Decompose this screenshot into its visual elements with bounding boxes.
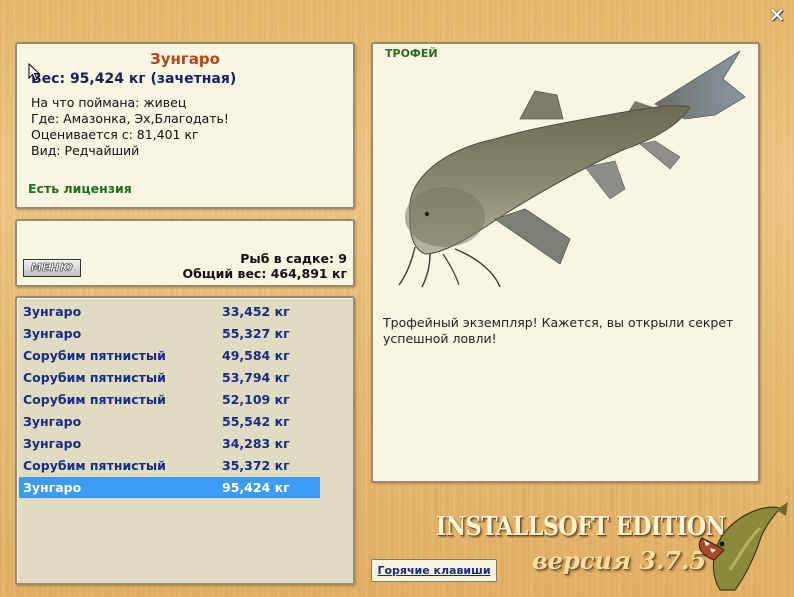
list-item-weight: 55,542 кг	[222, 414, 290, 429]
close-icon[interactable]: ✕	[766, 4, 788, 26]
trophy-description: Трофейный экземпляр! Кажется, вы открыли…	[383, 315, 734, 346]
edition-logo-text: INSTALLSOFT EDITION	[436, 512, 726, 542]
place-line: Где: Амазонка, Эх,Благодать!	[31, 111, 229, 126]
mouse-cursor-icon	[28, 63, 40, 81]
pike-logo-icon	[698, 502, 788, 591]
fish-image	[398, 50, 746, 288]
list-item-name: Зунгаро	[23, 304, 82, 319]
list-item-weight: 53,794 кг	[222, 370, 290, 385]
bait-line: На что поймана: живец	[31, 95, 187, 110]
list-item-weight: 35,372 кг	[222, 458, 290, 473]
catch-list: Зунгаро 33,452 кг Зунгаро 55,327 кг Сорубим …	[15, 296, 355, 585]
license-status: Есть лицензия	[28, 181, 132, 196]
fish-count: Рыб в садке: 9	[240, 251, 347, 266]
list-item[interactable]: Зунгаро 55,327 кг	[19, 323, 320, 344]
menu-button-label: МЕНЮ	[30, 261, 74, 275]
list-item-weight: 52,109 кг	[222, 392, 290, 407]
keepnet-panel: МЕНЮ Рыб в садке: 9 Общий вес: 464,891 к…	[15, 219, 355, 287]
list-item-name: Сорубим пятнистый	[23, 348, 166, 363]
list-item[interactable]: Зунгаро 33,452 кг	[19, 301, 320, 322]
value-line: Оценивается с: 81,401 кг	[31, 127, 199, 142]
list-item-name: Зунгаро	[23, 480, 82, 495]
list-item[interactable]: Сорубим пятнистый 52,109 кг	[19, 389, 320, 410]
hotkeys-label: Горячие клавиши	[377, 564, 491, 577]
list-item-name: Сорубим пятнистый	[23, 458, 166, 473]
list-item-name: Сорубим пятнистый	[23, 370, 166, 385]
fish-title: Зунгаро	[150, 50, 220, 68]
list-item[interactable]: Зунгаро 34,283 кг	[19, 433, 320, 454]
list-item[interactable]: Сорубим пятнистый 53,794 кг	[19, 367, 320, 388]
list-item-weight: 95,424 кг	[222, 480, 290, 495]
list-item-name: Зунгаро	[23, 326, 82, 341]
list-item-name: Зунгаро	[23, 436, 82, 451]
trophy-panel: ТРОФЕЙ Трофейный экземпляр! Кажется, вы …	[371, 42, 760, 483]
list-item-weight: 49,584 кг	[222, 348, 290, 363]
kind-line: Вид: Редчайший	[31, 143, 140, 158]
list-item-weight: 34,283 кг	[222, 436, 290, 451]
list-item-name: Сорубим пятнистый	[23, 392, 166, 407]
list-item[interactable]: Зунгаро 95,424 кг	[19, 477, 320, 498]
list-item-weight: 55,327 кг	[222, 326, 290, 341]
hotkeys-button[interactable]: Горячие клавиши	[371, 559, 497, 582]
list-item[interactable]: Сорубим пятнистый 35,372 кг	[19, 455, 320, 476]
total-weight: Общий вес: 464,891 кг	[182, 266, 348, 281]
list-item-name: Зунгаро	[23, 414, 82, 429]
fish-weight: Вес: 95,424 кг (зачетная)	[31, 71, 237, 87]
version-text: версия 3.7.5	[532, 546, 707, 575]
list-item-weight: 33,452 кг	[222, 304, 290, 319]
menu-button[interactable]: МЕНЮ	[23, 259, 81, 277]
list-item[interactable]: Сорубим пятнистый 49,584 кг	[19, 345, 320, 366]
fish-info-panel: Зунгаро Вес: 95,424 кг (зачетная) На что…	[15, 42, 355, 209]
list-item[interactable]: Зунгаро 55,542 кг	[19, 411, 320, 432]
